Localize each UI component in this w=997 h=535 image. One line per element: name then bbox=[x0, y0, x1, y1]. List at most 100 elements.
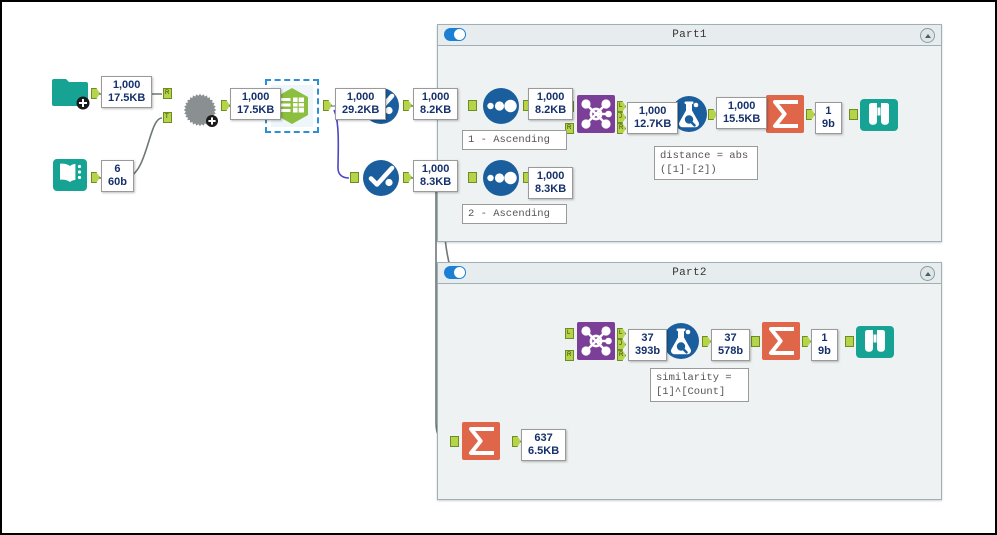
collapse-icon[interactable] bbox=[920, 28, 935, 43]
anchor-label: L bbox=[619, 330, 623, 336]
container-header-part1[interactable]: Part1 bbox=[438, 25, 941, 46]
record-size-value: 12.7KB bbox=[634, 118, 672, 130]
output-anchor-select-1[interactable] bbox=[403, 100, 412, 111]
anchor-label: R bbox=[619, 125, 624, 131]
input-anchor-summarize-2[interactable] bbox=[751, 336, 760, 347]
record-count-value: 37 bbox=[641, 332, 654, 344]
anchor-label: L bbox=[619, 103, 623, 109]
input-anchor-join-2-l[interactable]: L bbox=[565, 328, 574, 339]
anchor-label: J bbox=[619, 341, 622, 347]
input-anchor-find-replace-r[interactable]: R bbox=[163, 88, 172, 99]
record-count-value: 1,000 bbox=[727, 100, 756, 112]
container-header-part2[interactable]: Part2 bbox=[438, 263, 941, 284]
annotation-formula-1: distance = abs ([1]-[2]) bbox=[654, 146, 758, 180]
book-icon bbox=[53, 159, 87, 191]
input-anchor-find-replace-t[interactable]: T bbox=[163, 112, 172, 123]
summarize-tool-1[interactable] bbox=[764, 93, 806, 135]
record-count-value: 637 bbox=[534, 432, 553, 444]
wire-transpose-to-select-2[interactable] bbox=[333, 109, 350, 179]
anchor-label: L bbox=[567, 330, 571, 336]
input-anchor-summarize-3[interactable] bbox=[450, 436, 459, 447]
workflow-canvas[interactable]: Part1Part2 RTLRLJRLRLJR 1,00017.5KB660b1… bbox=[0, 0, 997, 535]
toggle-knob bbox=[454, 29, 465, 40]
check-circle-icon bbox=[363, 160, 399, 196]
record-count-value: 1,000 bbox=[421, 91, 450, 103]
join-tool-1[interactable] bbox=[575, 93, 617, 135]
record-size-value: 9b bbox=[818, 345, 831, 357]
input-anchor-sort-1[interactable] bbox=[468, 100, 477, 111]
browse-tool-2[interactable] bbox=[854, 320, 896, 362]
record-size-value: 9b bbox=[822, 118, 835, 130]
binoculars-icon bbox=[860, 99, 898, 131]
record-count-summarize-1: 1 9b bbox=[815, 102, 842, 134]
record-size-value: 578b bbox=[718, 345, 744, 357]
record-count-sort-1: 1,000 8.2KB bbox=[528, 88, 574, 120]
sigma-icon bbox=[766, 95, 804, 133]
record-count-value: 1,000 bbox=[241, 91, 270, 103]
sigma-icon bbox=[462, 422, 500, 460]
record-size-value: 8.3KB bbox=[420, 176, 452, 188]
anchor-label: R bbox=[567, 125, 572, 131]
record-count-value: 1,000 bbox=[638, 105, 667, 117]
gear-circle-icon bbox=[183, 93, 218, 127]
collapse-icon[interactable] bbox=[920, 266, 935, 281]
select-tool-2[interactable] bbox=[360, 157, 402, 199]
record-count-transpose: 1,000 29.2KB bbox=[335, 88, 387, 120]
record-size-value: 393b bbox=[635, 345, 661, 357]
browse-tool-1[interactable] bbox=[858, 93, 900, 135]
toggle-knob bbox=[454, 267, 465, 278]
record-count-text-input: 6 60b bbox=[101, 160, 134, 192]
input-anchor-select-2[interactable] bbox=[350, 172, 359, 183]
input-anchor-browse-1[interactable] bbox=[849, 109, 858, 120]
summarize-tool-2[interactable] bbox=[760, 320, 802, 362]
record-count-value: 1,000 bbox=[112, 79, 141, 91]
record-count-value: 1 bbox=[821, 332, 828, 344]
sort-dots-icon bbox=[483, 160, 519, 196]
text-input-tool[interactable] bbox=[49, 154, 91, 196]
chevron-up-icon bbox=[924, 271, 931, 276]
output-anchor-transpose[interactable] bbox=[323, 100, 332, 111]
record-count-select-1: 1,000 8.2KB bbox=[413, 88, 459, 120]
sort-tool-1[interactable] bbox=[480, 85, 522, 127]
record-count-join-2: 37 393b bbox=[628, 329, 668, 361]
record-count-formula-1: 1,000 15.5KB bbox=[716, 97, 768, 129]
record-count-summarize-3: 637 6.5KB bbox=[521, 429, 567, 461]
anchor-label: R bbox=[165, 90, 170, 96]
sort-tool-2[interactable] bbox=[480, 157, 522, 199]
record-count-value: 1,000 bbox=[346, 91, 375, 103]
sigma-icon bbox=[762, 322, 800, 360]
output-anchor-find-replace[interactable] bbox=[221, 100, 230, 111]
output-anchor-select-2[interactable] bbox=[403, 172, 412, 183]
sort-dots-icon bbox=[483, 88, 519, 124]
anchor-label: R bbox=[619, 352, 624, 358]
record-count-value: 1,000 bbox=[421, 163, 450, 175]
record-count-summarize-2: 1 9b bbox=[811, 329, 838, 361]
record-size-value: 17.5KB bbox=[108, 92, 146, 104]
output-anchor-input-data[interactable] bbox=[91, 88, 100, 99]
join-tool-2[interactable] bbox=[575, 320, 617, 362]
record-size-value: 29.2KB bbox=[342, 104, 380, 116]
record-size-value: 8.2KB bbox=[420, 104, 452, 116]
record-count-value: 37 bbox=[724, 332, 737, 344]
binoculars-icon bbox=[856, 326, 894, 358]
container-title-part2: Part2 bbox=[672, 267, 707, 279]
chevron-up-icon bbox=[924, 33, 931, 38]
record-count-value: 6 bbox=[114, 163, 121, 175]
container-toggle-part2[interactable] bbox=[444, 266, 466, 279]
record-count-value: 1 bbox=[825, 105, 832, 117]
anchor-label: R bbox=[567, 352, 572, 358]
record-size-value: 60b bbox=[108, 176, 127, 188]
input-anchor-browse-2[interactable] bbox=[845, 336, 854, 347]
input-anchor-join-2-r[interactable]: R bbox=[565, 350, 574, 361]
summarize-tool-3[interactable] bbox=[460, 420, 502, 462]
annotation-formula-2: similarity = [1]^[Count] bbox=[650, 368, 749, 402]
folder-icon bbox=[52, 79, 90, 110]
output-anchor-text-input[interactable] bbox=[91, 172, 100, 183]
record-size-value: 8.2KB bbox=[535, 104, 567, 116]
find-replace-tool[interactable] bbox=[179, 90, 221, 132]
record-count-formula-2: 37 578b bbox=[711, 329, 751, 361]
input-anchor-sort-2[interactable] bbox=[468, 172, 477, 183]
record-size-value: 6.5KB bbox=[528, 445, 560, 457]
container-toggle-part1[interactable] bbox=[444, 28, 466, 41]
input-data-tool[interactable] bbox=[49, 70, 91, 112]
